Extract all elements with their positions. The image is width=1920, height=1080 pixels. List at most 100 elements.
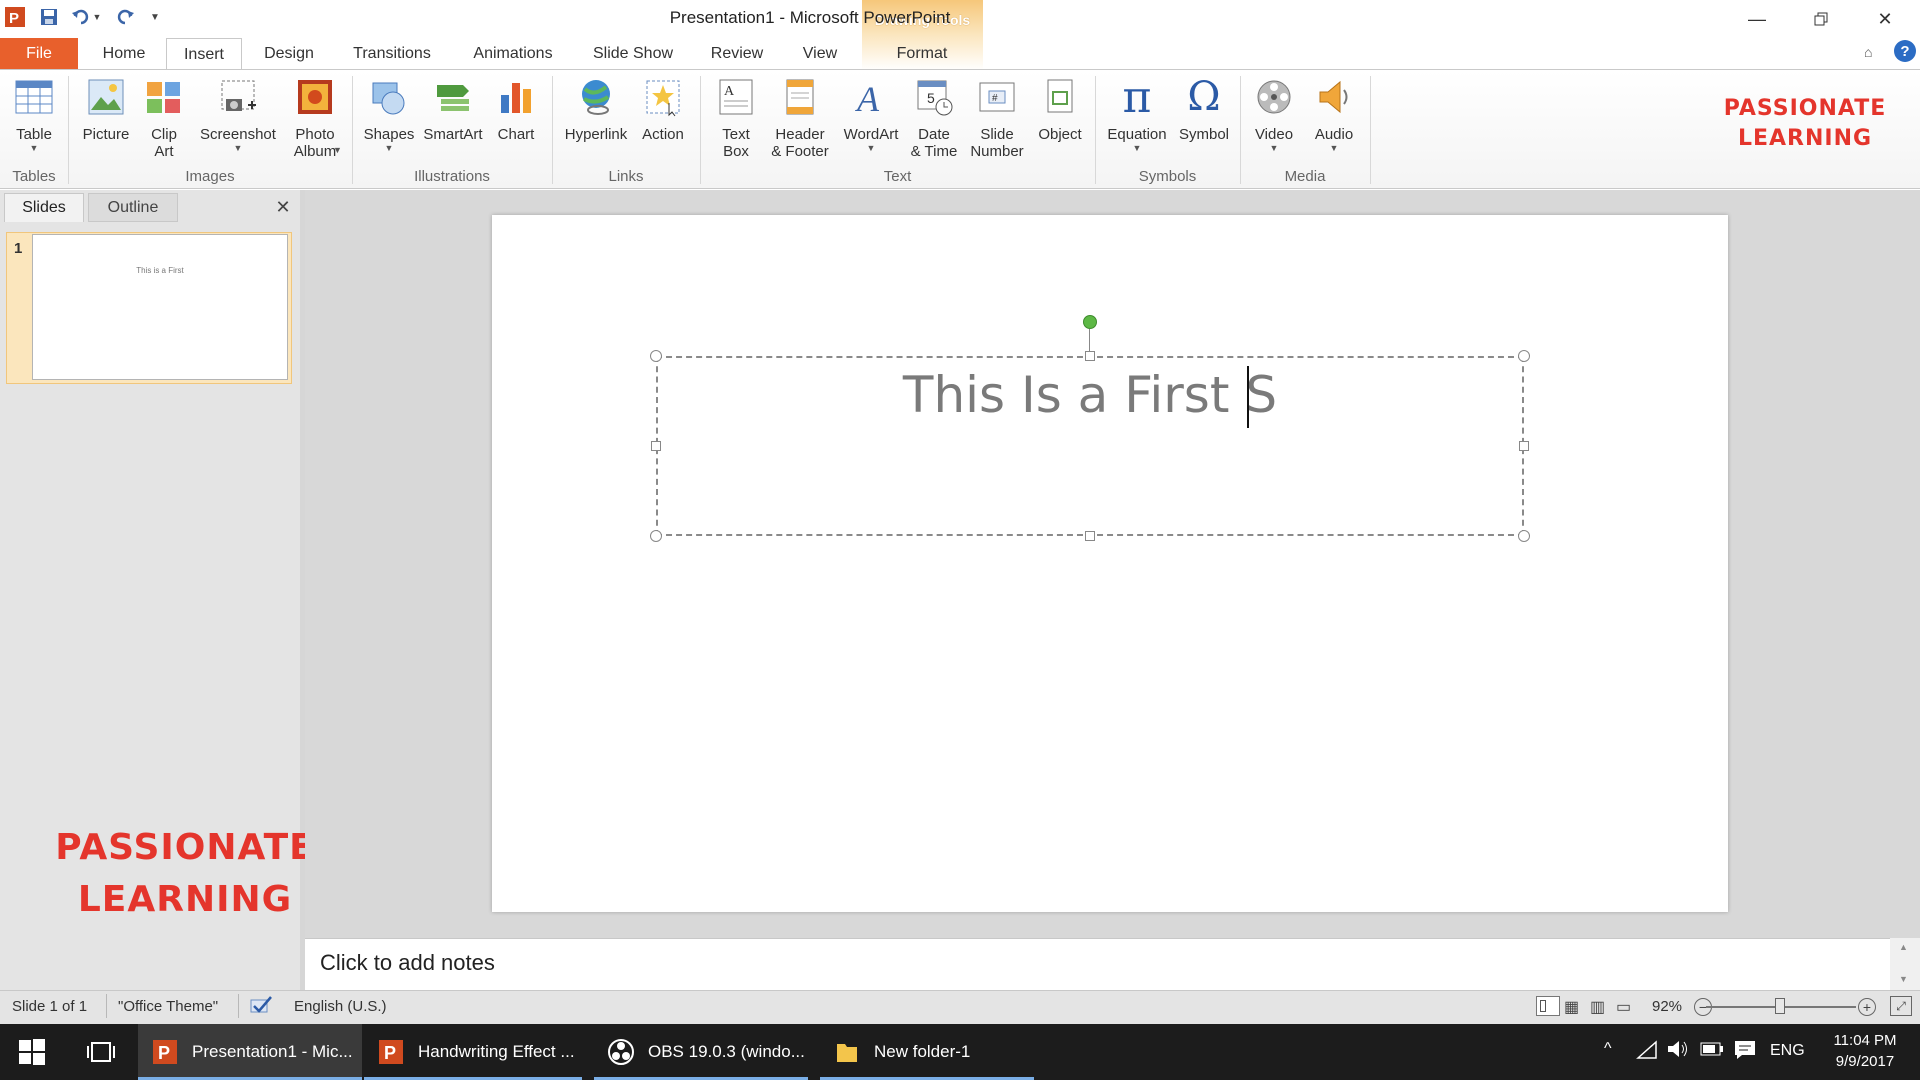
volume-icon[interactable] [1666,1038,1690,1065]
notes-placeholder[interactable]: Click to add notes [320,950,495,976]
tab-outline[interactable]: Outline [88,193,178,222]
taskbar-app-powerpoint[interactable]: P Presentation1 - Mic... [138,1024,362,1080]
zoom-in-icon[interactable]: + [1858,998,1876,1016]
restore-icon [1814,12,1828,26]
battery-icon[interactable] [1700,1042,1724,1061]
date-time-button[interactable]: 5 Date & Time [906,74,962,160]
help-icon[interactable]: ? [1894,40,1916,62]
taskbar-app-folder[interactable]: New folder-1 [820,1024,1034,1080]
input-language[interactable]: ENG [1770,1042,1805,1060]
resize-handle-top-left[interactable] [650,350,662,362]
show-hidden-icons-icon[interactable]: ^ [1604,1040,1612,1058]
resize-handle-right[interactable] [1519,441,1529,451]
hyperlink-label: Hyperlink [564,126,628,143]
svg-text:5: 5 [927,90,935,106]
wordart-button[interactable]: A WordArt ▼ [836,74,906,153]
system-clock[interactable]: 11:04 PM 9/9/2017 [1820,1030,1910,1072]
tab-format[interactable]: Format [872,38,972,70]
action-icon [642,74,684,120]
tab-design[interactable]: Design [254,38,324,70]
text-box-label: Text Box [722,126,750,160]
chart-label: Chart [497,126,535,143]
resize-handle-bottom-right[interactable] [1518,530,1530,542]
action-button[interactable]: Action [638,74,688,143]
scroll-up-icon[interactable]: ▲ [1899,942,1908,952]
taskbar-app-obs[interactable]: OBS 19.0.3 (windo... [594,1024,808,1080]
close-pane-icon[interactable]: ✕ [272,196,294,218]
resize-handle-bottom[interactable] [1085,531,1095,541]
tab-home[interactable]: Home [90,38,158,70]
clock-time: 11:04 PM [1833,1032,1897,1049]
clip-art-label: Clip Art [151,126,177,160]
text-box-button[interactable]: A Text Box [710,74,762,160]
action-label: Action [642,126,684,143]
tab-animations[interactable]: Animations [458,38,568,70]
restore-button[interactable] [1798,6,1844,32]
taskbar-app-handwriting[interactable]: P Handwriting Effect ... [364,1024,582,1080]
minimize-ribbon-icon[interactable]: ⌂ [1864,44,1872,60]
slide-thumbnail[interactable] [32,234,288,380]
spell-check-icon[interactable] [248,994,274,1020]
screenshot-button[interactable]: Screenshot ▼ [196,74,280,153]
slide-number-button[interactable]: # Slide Number [966,74,1028,160]
wordart-icon: A [850,74,892,120]
svg-text:A: A [724,84,735,99]
tab-slide-show[interactable]: Slide Show [584,38,682,70]
tab-transitions[interactable]: Transitions [340,38,444,70]
chart-button[interactable]: Chart [490,74,542,143]
windows-start-icon[interactable] [18,1038,46,1070]
tab-insert[interactable]: Insert [166,38,242,70]
table-button[interactable]: Table ▼ [6,74,62,153]
notes-scrollbar[interactable]: ▲ ▼ [1890,938,1920,990]
picture-label: Picture [82,126,130,143]
video-button[interactable]: Video ▼ [1248,74,1300,153]
svg-text:P: P [158,1043,170,1063]
object-button[interactable]: Object [1032,74,1088,143]
scroll-down-icon[interactable]: ▼ [1899,974,1908,984]
table-label: Table [16,126,52,143]
slide-title-text[interactable]: This Is a First S [656,366,1524,424]
picture-button[interactable]: Picture [76,74,136,143]
shapes-button[interactable]: Shapes ▼ [358,74,420,153]
audio-button[interactable]: Audio ▼ [1306,74,1362,153]
slide-canvas[interactable] [492,215,1728,912]
resize-handle-top-right[interactable] [1518,350,1530,362]
zoom-level[interactable]: 92% [1652,998,1682,1015]
tab-view[interactable]: View [788,38,852,70]
close-window-button[interactable]: ✕ [1862,6,1908,32]
theme-name[interactable]: "Office Theme" [118,998,218,1015]
reading-view-icon[interactable]: ▥ [1590,997,1605,1017]
notes-pane[interactable] [305,938,1900,990]
network-icon[interactable] [1636,1040,1658,1065]
resize-handle-top[interactable] [1085,351,1095,361]
picture-icon [85,74,127,120]
slide-sorter-view-icon[interactable]: ▦ [1564,997,1579,1017]
group-label-illustrations: Illustrations [414,168,490,185]
resize-handle-bottom-left[interactable] [650,530,662,542]
symbol-button[interactable]: Ω Symbol [1174,74,1234,144]
action-center-icon[interactable] [1734,1040,1756,1065]
equation-button[interactable]: π Equation ▼ [1102,74,1172,153]
obs-icon [606,1037,636,1067]
rotate-handle[interactable] [1083,315,1097,329]
header-footer-button[interactable]: Header & Footer [764,74,836,160]
smartart-button[interactable]: SmartArt [420,74,486,143]
slide-show-view-icon[interactable]: ▭ [1616,997,1631,1017]
resize-handle-left[interactable] [651,441,661,451]
tab-file[interactable]: File [0,38,78,70]
tab-review[interactable]: Review [700,38,774,70]
smartart-label: SmartArt [423,126,483,143]
chevron-down-icon: ▼ [384,143,394,153]
tab-slides[interactable]: Slides [4,193,84,222]
task-view-icon[interactable] [86,1040,116,1068]
wordart-label: WordArt [843,126,899,143]
normal-view-icon[interactable] [1536,996,1560,1016]
shapes-label: Shapes [363,126,415,143]
zoom-slider-thumb[interactable] [1775,998,1785,1014]
minimize-button[interactable]: — [1734,6,1780,32]
hyperlink-button[interactable]: Hyperlink [558,74,634,143]
fit-to-window-icon[interactable]: ⤢ [1890,996,1912,1016]
language-indicator[interactable]: English (U.S.) [294,998,387,1015]
clip-art-button[interactable]: Clip Art [140,74,188,160]
date-time-icon: 5 [913,74,955,120]
